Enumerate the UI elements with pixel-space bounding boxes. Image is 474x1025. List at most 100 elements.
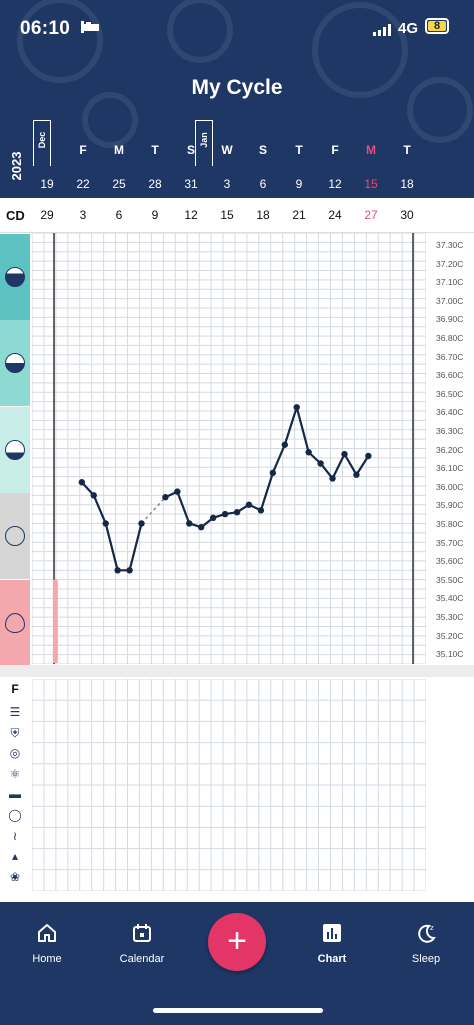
cycle-day: 21 (292, 208, 306, 222)
nav-calendar-label: Calendar (119, 953, 165, 965)
period-bar (52, 579, 58, 663)
temperature-point[interactable] (245, 501, 253, 508)
notes-icon: ☰ (9, 705, 21, 719)
menstruation-drop-icon (5, 612, 25, 633)
temperature-line (81, 406, 370, 572)
temperature-tick: 35.60C (436, 556, 464, 567)
temperature-point[interactable] (317, 460, 324, 467)
temperature-point[interactable] (78, 479, 86, 486)
date-label[interactable]: 12 (319, 177, 351, 191)
temperature-point[interactable] (293, 404, 300, 411)
shield-icon: ⛨ (10, 725, 20, 740)
cycle-day-label: CD (6, 208, 25, 223)
temperature-tick: 36.60C (436, 370, 464, 381)
cycle-day: 3 (79, 208, 87, 222)
temperature-point[interactable] (281, 441, 288, 448)
nav-calendar[interactable]: Calendar (107, 922, 177, 965)
cycle-day-row: CD 29 3 6 9 12 15 18 21 24 27 30 (0, 198, 474, 233)
battery-level: 8 (428, 21, 446, 32)
circle-icon: ◯ (8, 808, 22, 822)
nav-chart[interactable]: Chart (297, 922, 367, 965)
cycle-day: 9 (151, 208, 159, 222)
temperature-point[interactable] (114, 567, 121, 574)
temperature-point[interactable] (329, 475, 336, 482)
temperature-tick: 36.00C (436, 481, 464, 492)
temperature-tick: 37.00C (436, 295, 464, 306)
fluid-row[interactable] (0, 406, 30, 493)
nav-home-label: Home (32, 953, 62, 965)
date-label[interactable]: 19 (31, 177, 63, 191)
date-label[interactable]: 6 (247, 177, 279, 191)
temperature-tick: 35.10C (436, 649, 464, 660)
battery-icon: 8 (425, 18, 449, 34)
lower-symptom-grid[interactable] (32, 679, 426, 891)
weekday-label: M (366, 143, 376, 157)
spotting-icon: ≀ (12, 828, 18, 843)
cycle-day: 30 (400, 208, 414, 222)
weekday-label: F (79, 143, 87, 157)
temperature-tick: 36.90C (436, 314, 464, 325)
date-label[interactable]: 31 (175, 177, 207, 191)
date-label[interactable]: 22 (67, 177, 99, 191)
date-label[interactable]: 9 (283, 177, 315, 191)
temperature-chart[interactable] (32, 233, 426, 664)
cycle-day: 18 (256, 208, 270, 222)
date-label[interactable]: 28 (139, 177, 171, 191)
temperature-tick: 37.20C (436, 258, 464, 269)
temperature-point[interactable] (90, 492, 97, 499)
cycle-day: 15 (220, 208, 234, 222)
temperature-tick: 35.30C (436, 612, 464, 622)
temperature-point[interactable] (209, 514, 217, 522)
weekday-label: S (186, 143, 195, 157)
add-entry-button[interactable]: + (208, 913, 266, 971)
temperature-point[interactable] (341, 450, 348, 458)
temperature-point[interactable] (353, 471, 360, 478)
temperature-point[interactable] (102, 520, 109, 527)
temperature-tick: 35.70C (436, 537, 464, 548)
temperature-point[interactable] (305, 449, 312, 456)
temperature-tick: 36.10C (436, 463, 464, 474)
cycle-day: 6 (115, 208, 123, 222)
temperature-point[interactable] (365, 452, 372, 460)
temperature-point[interactable] (269, 469, 277, 477)
temperature-tick: 36.80C (436, 333, 464, 343)
temperature-point[interactable] (198, 524, 205, 531)
temperature-point[interactable] (233, 509, 241, 516)
date-label[interactable]: 25 (103, 177, 135, 191)
weekday-label: S (258, 143, 267, 157)
temperature-point[interactable] (162, 494, 169, 501)
cervical-fluid-egg-white-icon (5, 267, 25, 287)
fluid-row[interactable] (0, 320, 30, 407)
status-time: 06:10 (20, 18, 71, 39)
temperature-tick: 35.40C (436, 593, 464, 604)
lower-side-icons: F ☰ ⛨ ◎ ⚛ ▬ ◯ ≀ ▴ ❀ (0, 679, 30, 894)
date-label[interactable]: 3 (211, 177, 243, 191)
temperature-point[interactable] (126, 567, 133, 574)
temperature-point[interactable] (221, 510, 229, 518)
fluid-row[interactable] (0, 234, 30, 320)
temperature-tick: 36.70C (436, 351, 464, 362)
header-area: 06:10 4G 8 My Cycle 2023 Dec Jan 19 F 22 M 2… (0, 0, 474, 198)
temperature-point[interactable] (257, 507, 265, 514)
temperature-tick: 37.30C (436, 240, 464, 250)
signal-bars-icon (373, 24, 391, 36)
cycle-day: 24 (328, 208, 342, 222)
fertility-label: F (11, 682, 19, 696)
nav-sleep-label: Sleep (411, 953, 441, 965)
weekday-label: F (331, 143, 339, 157)
fluid-row[interactable] (0, 493, 30, 580)
date-label[interactable]: 18 (391, 177, 423, 191)
weekday-label: T (151, 143, 159, 157)
temperature-point[interactable] (138, 520, 145, 527)
nav-home[interactable]: Home (12, 922, 82, 965)
home-icon (38, 924, 56, 942)
calendar-icon (133, 924, 151, 942)
temperature-tick: 36.50C (436, 388, 464, 399)
fluid-row[interactable] (0, 579, 30, 666)
date-label[interactable]: 15 (355, 177, 387, 191)
nav-sleep[interactable]: z Sleep (391, 922, 461, 965)
temperature-point[interactable] (186, 520, 193, 527)
temperature-point[interactable] (174, 488, 181, 495)
temperature-tick: 35.20C (436, 630, 464, 641)
pill-icon: ▬ (9, 787, 21, 802)
